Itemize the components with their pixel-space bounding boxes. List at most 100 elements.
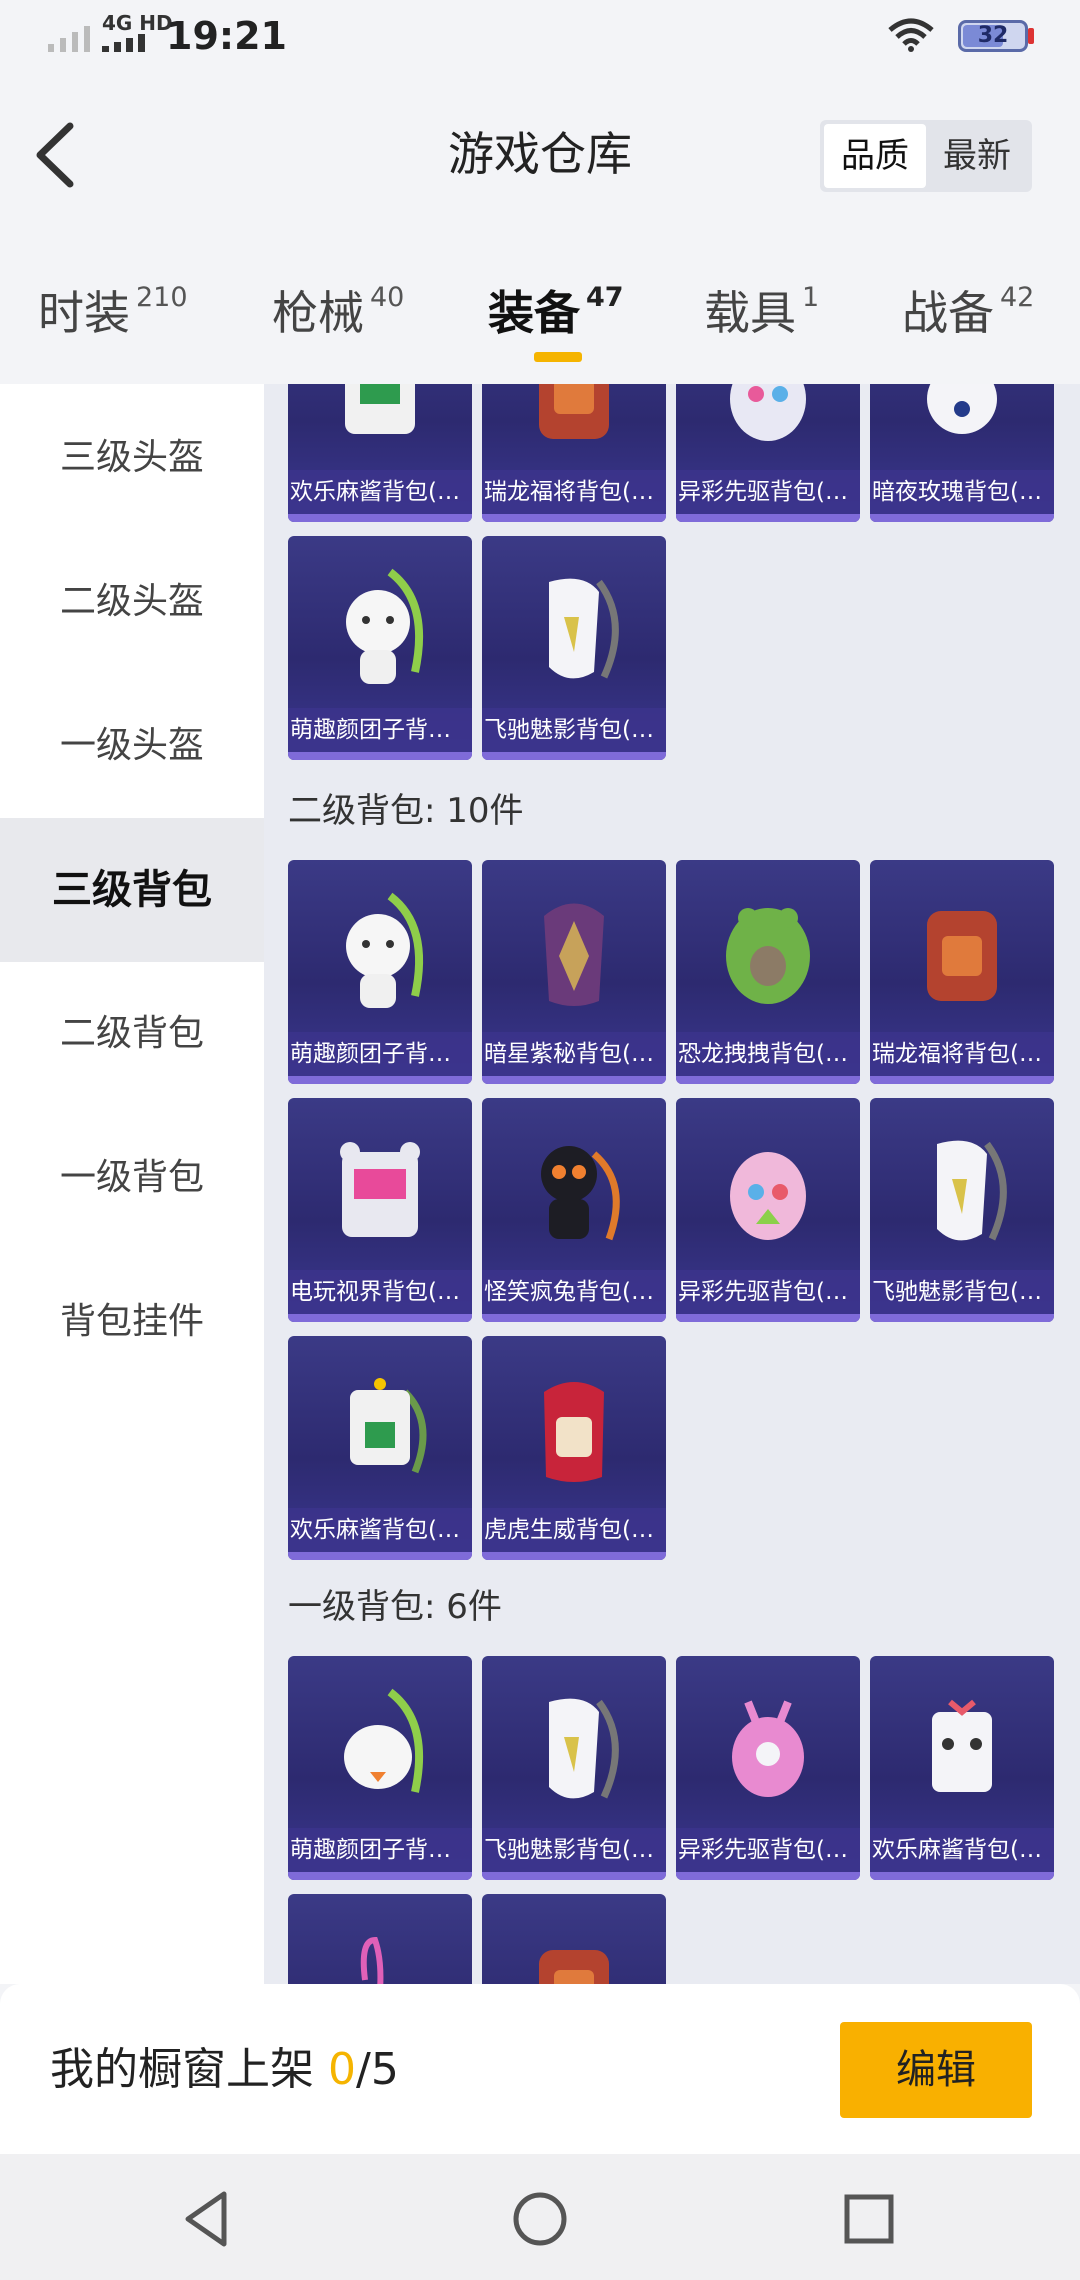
tab-supplies[interactable]: 战备 42: [902, 278, 1034, 358]
dinosaur-backpack-icon: [726, 908, 810, 1004]
item-card[interactable]: 异彩先驱背包(3…: [676, 384, 860, 522]
battery-icon: 32: [958, 20, 1028, 52]
sidebar-item-helmet-3[interactable]: 三级头盔: [0, 386, 264, 530]
dumpling-backpack-icon: [346, 892, 424, 1008]
home-circle-icon[interactable]: [505, 2184, 575, 2254]
showcase-footer: 我的橱窗上架 0/5 编辑: [0, 1984, 1080, 2154]
rabbit-backpack-icon: [360, 1936, 384, 1984]
item-card[interactable]: 瑞龙福将背包(3…: [482, 384, 666, 522]
sidebar-item-helmet-2[interactable]: 二级头盔: [0, 530, 264, 674]
item-grid: 欢乐麻酱背包(3… 瑞龙福将背包(3… 异彩先驱背包(3… 暗夜玫瑰背包(3… …: [264, 384, 1080, 1984]
wifi-icon: [888, 18, 934, 52]
active-tab-indicator: [534, 352, 582, 362]
crazy-rabbit-backpack-icon: [541, 1146, 620, 1241]
item-name: 欢乐麻酱背包(2…: [288, 1508, 472, 1552]
item-name: 恐龙拽拽背包(2…: [676, 1032, 860, 1076]
showcase-total: /5: [356, 2044, 399, 2095]
mahjong-backpack-icon: [345, 384, 415, 434]
sidebar-item-backpack-1[interactable]: 一级背包: [0, 1106, 264, 1250]
tab-firearms[interactable]: 枪械 40: [272, 278, 404, 358]
header: 游戏仓库 品质 最新: [0, 72, 1080, 242]
showcase-current-count: 0: [328, 2044, 356, 2095]
item-card[interactable]: 欢乐麻酱背包(2…: [288, 1336, 472, 1560]
sidebar-item-backpack-2[interactable]: 二级背包: [0, 962, 264, 1106]
item-card[interactable]: 萌趣颜团子背包…: [288, 860, 472, 1084]
dark-star-backpack-icon: [544, 903, 604, 1006]
tab-vehicles[interactable]: 载具 1: [704, 278, 819, 358]
category-tabs: 时装 210 枪械 40 装备 47 载具 1 战备 42: [0, 260, 1080, 384]
item-name: 异彩先驱背包(2…: [676, 1270, 860, 1314]
phantom-backpack-icon: [549, 578, 619, 679]
item-name: 暗夜玫瑰背包(3…: [870, 470, 1054, 514]
tab-fashion[interactable]: 时装 210: [38, 278, 188, 358]
colorful-backpack-icon: [730, 384, 806, 441]
item-name: 怪笑疯兔背包(2…: [482, 1270, 666, 1314]
sort-newest-button[interactable]: 最新: [926, 124, 1028, 188]
sidebar-item-helmet-1[interactable]: 一级头盔: [0, 674, 264, 818]
item-name: 异彩先驱背包(1…: [676, 1828, 860, 1872]
status-time: 19:21: [166, 14, 287, 58]
status-bar: 4G HD 19:21 32: [0, 0, 1080, 72]
network-label: 4G HD: [102, 11, 173, 35]
sort-quality-button[interactable]: 品质: [824, 124, 926, 188]
item-card[interactable]: 欢乐麻酱背包(1…: [870, 1656, 1054, 1880]
back-triangle-icon[interactable]: [172, 2184, 242, 2254]
battery-level: 32: [977, 23, 1009, 48]
signal-icon: [48, 26, 90, 52]
item-name: 飞驰魅影背包(2…: [870, 1270, 1054, 1314]
cell-signal-icon: [102, 34, 145, 52]
item-card[interactable]: 怪笑疯兔背包(2…: [482, 1098, 666, 1322]
item-name: 暗星紫秘背包(2…: [482, 1032, 666, 1076]
item-name: 瑞龙福将背包(2…: [870, 1032, 1054, 1076]
item-card[interactable]: 飞驰魅影背包(3…: [482, 536, 666, 760]
mahjong-backpack-icon: [932, 1699, 992, 1792]
colorful-backpack-icon: [730, 1152, 806, 1240]
item-card[interactable]: [288, 1894, 472, 1984]
item-card[interactable]: 萌趣颜团子背包…: [288, 1656, 472, 1880]
edit-button[interactable]: 编辑: [840, 2022, 1032, 2118]
item-name: 电玩视界背包(2…: [288, 1270, 472, 1314]
sidebar: 三级头盔 二级头盔 一级头盔 三级背包 二级背包 一级背包 背包挂件: [0, 384, 264, 1984]
sidebar-item-pendant[interactable]: 背包挂件: [0, 1250, 264, 1394]
recents-square-icon[interactable]: [834, 2184, 904, 2254]
teddy-bear-backpack-icon: [927, 384, 997, 434]
item-name: 飞驰魅影背包(1…: [482, 1828, 666, 1872]
item-card[interactable]: 暗夜玫瑰背包(3…: [870, 384, 1054, 522]
dragon-backpack-icon: [927, 911, 997, 1001]
item-card[interactable]: 欢乐麻酱背包(3…: [288, 384, 472, 522]
item-name: 飞驰魅影背包(3…: [482, 708, 666, 752]
item-card[interactable]: 电玩视界背包(2…: [288, 1098, 472, 1322]
dragon-backpack-icon: [539, 384, 609, 439]
item-name: 虎虎生威背包(2…: [482, 1508, 666, 1552]
arcade-backpack-icon: [340, 1142, 420, 1237]
item-card[interactable]: 异彩先驱背包(1…: [676, 1656, 860, 1880]
battery-cap: [1028, 28, 1034, 44]
showcase-label: 我的橱窗上架 0/5: [50, 2044, 399, 2095]
item-name: 瑞龙福将背包(3…: [482, 470, 666, 514]
tiger-backpack-icon: [544, 1382, 604, 1482]
item-card[interactable]: 萌趣颜团子背包…: [288, 536, 472, 760]
item-card[interactable]: [482, 1894, 666, 1984]
item-name: 萌趣颜团子背包…: [288, 708, 472, 752]
item-card[interactable]: 瑞龙福将背包(2…: [870, 860, 1054, 1084]
item-card[interactable]: 飞驰魅影背包(2…: [870, 1098, 1054, 1322]
item-card[interactable]: 虎虎生威背包(2…: [482, 1336, 666, 1560]
item-name: 异彩先驱背包(3…: [676, 470, 860, 514]
item-card[interactable]: 暗星紫秘背包(2…: [482, 860, 666, 1084]
dumpling-backpack-icon: [346, 568, 424, 684]
phantom-backpack-icon: [549, 1698, 619, 1799]
mahjong-backpack-icon: [350, 1378, 427, 1474]
item-name: 萌趣颜团子背包…: [288, 1828, 472, 1872]
colorful-backpack-icon: [732, 1700, 804, 1797]
system-nav-bar: [0, 2154, 1080, 2280]
item-card[interactable]: 异彩先驱背包(2…: [676, 1098, 860, 1322]
section-title-level2: 二级背包: 10件: [288, 791, 524, 831]
item-name: 欢乐麻酱背包(1…: [870, 1828, 1054, 1872]
tab-equipment[interactable]: 装备 47: [488, 278, 624, 358]
item-card[interactable]: 飞驰魅影背包(1…: [482, 1656, 666, 1880]
dumpling-backpack-icon: [344, 1688, 424, 1793]
item-card[interactable]: 恐龙拽拽背包(2…: [676, 860, 860, 1084]
sidebar-item-backpack-3[interactable]: 三级背包: [0, 818, 264, 962]
section-title-level1: 一级背包: 6件: [288, 1587, 502, 1627]
dragon-backpack-icon: [539, 1950, 609, 1984]
